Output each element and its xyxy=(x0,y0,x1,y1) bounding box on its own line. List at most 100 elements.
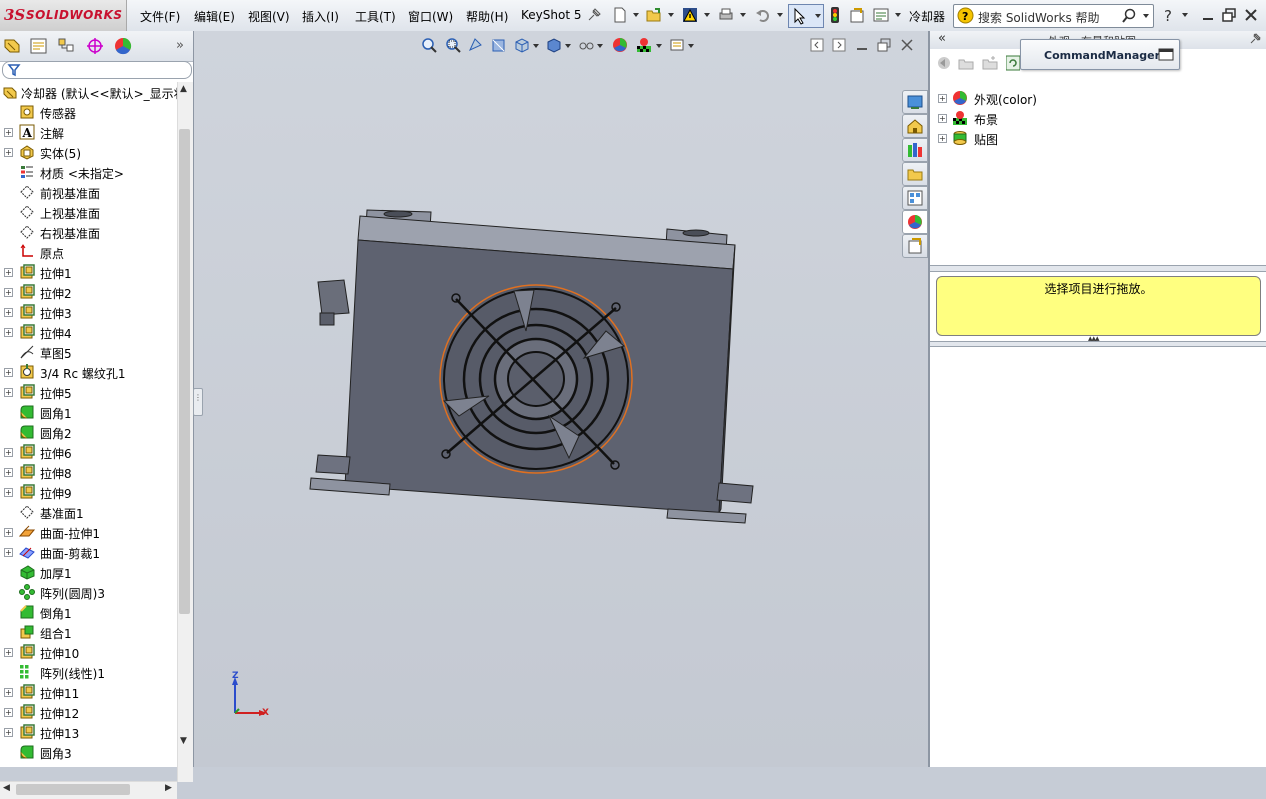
select-dropdown-icon[interactable] xyxy=(815,14,821,18)
feature-tree-item[interactable]: + 拉伸5 xyxy=(0,382,177,402)
save-dropdown-icon[interactable] xyxy=(704,13,710,17)
feature-tree-item[interactable]: 圆角2 xyxy=(0,422,177,442)
apply-scene-icon[interactable] xyxy=(635,36,653,54)
solidworks-logo[interactable]: 3S SOLIDWORKS xyxy=(0,0,127,31)
expand-icon[interactable]: + xyxy=(4,368,13,377)
feature-tree-item[interactable]: 右视基准面 xyxy=(0,222,177,242)
hide-show-items-icon[interactable] xyxy=(577,36,595,54)
feature-tree-item[interactable]: + 曲面-拉伸1 xyxy=(0,522,177,542)
viewport-close-icon[interactable] xyxy=(900,38,914,52)
task-pane-resources-tab[interactable] xyxy=(902,90,928,114)
refresh-icon[interactable] xyxy=(1006,55,1020,71)
print-icon[interactable] xyxy=(717,6,735,24)
viewport-minimize-icon[interactable] xyxy=(855,38,869,52)
tree-horizontal-scroll-thumb[interactable] xyxy=(16,784,130,795)
options-icon[interactable] xyxy=(872,6,890,24)
menu-file[interactable]: 文件(F) xyxy=(140,8,180,25)
feature-tree-item[interactable]: +3/4 Rc 螺纹孔1 xyxy=(0,362,177,382)
feature-tree-item[interactable]: + 实体(5) xyxy=(0,142,177,162)
open-dropdown-icon[interactable] xyxy=(668,13,674,17)
feature-tree-item[interactable]: 基准面1 xyxy=(0,502,177,522)
feature-tree-item[interactable]: 传感器 xyxy=(0,102,177,122)
expand-icon[interactable]: + xyxy=(4,148,13,157)
menu-keyshot[interactable]: KeyShot 5 xyxy=(521,8,581,22)
expand-icon[interactable]: + xyxy=(4,388,13,397)
expand-icon[interactable]: + xyxy=(4,448,13,457)
feature-tree-item[interactable]: 加厚1 xyxy=(0,562,177,582)
dimxpert-tab-icon[interactable] xyxy=(84,36,106,56)
configuration-manager-tab-icon[interactable] xyxy=(56,36,78,56)
expand-icon[interactable]: + xyxy=(938,94,947,103)
task-pane-view-palette-tab[interactable] xyxy=(902,186,928,210)
task-pane-home-tab[interactable] xyxy=(902,114,928,138)
new-dropdown-icon[interactable] xyxy=(633,13,639,17)
feature-tree-item[interactable]: + 拉伸1 xyxy=(0,262,177,282)
feature-tree-item[interactable]: + 拉伸9 xyxy=(0,482,177,502)
expand-icon[interactable]: + xyxy=(4,308,13,317)
search-dropdown-icon[interactable] xyxy=(1143,14,1149,18)
view-orientation-icon[interactable] xyxy=(513,36,531,54)
pane-splitter-bottom[interactable]: ▴▴▴ xyxy=(930,334,1266,347)
help-search-box[interactable]: ? 搜索 SolidWorks 帮助 xyxy=(953,4,1154,28)
feature-tree-item[interactable]: + 拉伸12 xyxy=(0,702,177,722)
section-view-icon[interactable] xyxy=(490,36,508,54)
scroll-up-icon[interactable]: ▲ xyxy=(180,84,187,94)
help-icon[interactable]: ? xyxy=(1160,6,1178,24)
rebuild-traffic-light-icon[interactable] xyxy=(826,6,844,24)
expand-icon[interactable]: + xyxy=(4,488,13,497)
view-settings-dropdown-icon[interactable] xyxy=(688,44,694,48)
scene-dropdown-icon[interactable] xyxy=(656,44,662,48)
options-dropdown-icon[interactable] xyxy=(895,13,901,17)
expand-icon[interactable]: + xyxy=(4,268,13,277)
zoom-to-area-icon[interactable] xyxy=(444,36,462,54)
viewport-split-right-icon[interactable] xyxy=(832,38,846,52)
feature-tree-tab-icon[interactable] xyxy=(2,36,24,56)
scroll-right-icon[interactable]: ▶ xyxy=(165,783,172,793)
feature-tree-item[interactable]: + 拉伸3 xyxy=(0,302,177,322)
menu-edit[interactable]: 编辑(E) xyxy=(194,8,235,25)
task-pane-appearances-tab[interactable] xyxy=(902,210,928,234)
feature-tree-item[interactable]: 圆角1 xyxy=(0,402,177,422)
feature-tree-item[interactable]: 草图5 xyxy=(0,342,177,362)
hide-show-dropdown-icon[interactable] xyxy=(597,44,603,48)
restore-icon[interactable] xyxy=(1220,6,1238,24)
task-pane-custom-properties-tab[interactable] xyxy=(902,234,928,258)
expand-icon[interactable]: + xyxy=(4,548,13,557)
open-folder-icon[interactable] xyxy=(645,6,663,24)
feature-tree-item[interactable]: 前视基准面 xyxy=(0,182,177,202)
new-document-icon[interactable] xyxy=(611,6,629,24)
expand-icon[interactable]: + xyxy=(4,648,13,657)
feature-tree-item[interactable]: 材质 <未指定> xyxy=(0,162,177,182)
feature-tree-item[interactable]: + 拉伸13 xyxy=(0,722,177,742)
pane-splitter-top[interactable] xyxy=(930,265,1266,272)
pin-pane-icon[interactable] xyxy=(1248,32,1262,46)
tree-item-decal[interactable]: + 贴图 xyxy=(938,128,1238,148)
expand-icon[interactable]: + xyxy=(938,134,947,143)
menu-help[interactable]: 帮助(H) xyxy=(466,8,508,25)
display-style-dropdown-icon[interactable] xyxy=(565,44,571,48)
pin-icon[interactable] xyxy=(585,6,603,24)
feature-tree-item[interactable]: 上视基准面 xyxy=(0,202,177,222)
scroll-down-icon[interactable]: ▼ xyxy=(180,736,187,746)
feature-tree-item[interactable]: 阵列(圆周)3 xyxy=(0,582,177,602)
task-pane-file-explorer-tab[interactable] xyxy=(902,162,928,186)
feature-tree-item[interactable]: 阵列(线性)1 xyxy=(0,662,177,682)
display-manager-tab-icon[interactable] xyxy=(112,36,134,56)
expand-panel-icon[interactable]: » xyxy=(176,38,184,53)
menu-tools[interactable]: 工具(T) xyxy=(355,8,396,25)
expand-icon[interactable]: + xyxy=(4,528,13,537)
feature-filter-input[interactable] xyxy=(2,61,192,79)
feature-tree-item[interactable]: + 拉伸2 xyxy=(0,282,177,302)
feature-tree-item[interactable]: + 拉伸10 xyxy=(0,642,177,662)
expand-icon[interactable]: + xyxy=(4,708,13,717)
display-style-icon[interactable] xyxy=(545,36,563,54)
file-properties-icon[interactable] xyxy=(848,6,866,24)
feature-tree-root[interactable]: 冷却器 (默认<<默认>_显示状 xyxy=(0,82,177,102)
feature-tree-item[interactable]: + 拉伸8 xyxy=(0,462,177,482)
print-dropdown-icon[interactable] xyxy=(740,13,746,17)
minimize-icon[interactable] xyxy=(1199,6,1217,24)
tree-vertical-scroll-thumb[interactable] xyxy=(179,129,190,614)
zoom-to-fit-icon[interactable] xyxy=(420,36,438,54)
expand-icon[interactable]: + xyxy=(4,128,13,137)
edit-appearance-icon[interactable] xyxy=(611,36,629,54)
